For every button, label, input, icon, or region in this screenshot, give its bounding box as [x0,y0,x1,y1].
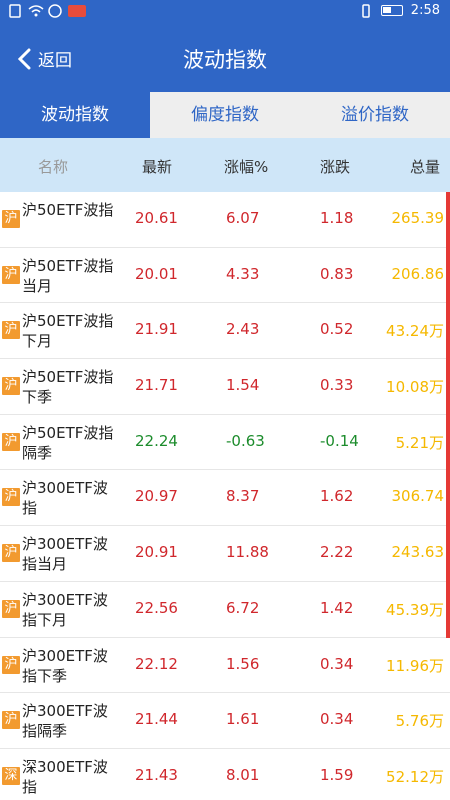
exchange-tag: 深 [2,766,20,785]
tab-bar: 波动指数 偏度指数 溢价指数 [0,92,450,138]
row-pct: 1.61 [226,710,260,729]
status-time: 2:58 [410,3,440,18]
row-name: 沪300ETF波指当月 [22,535,108,574]
row-pct: 8.37 [226,487,260,506]
row-volume: 265.39 [391,209,445,227]
row-volume: 43.24万 [386,322,444,341]
row-pct: 2.43 [226,320,260,339]
row-pct: 1.54 [226,376,260,395]
row-change: -0.14 [320,431,359,450]
row-name: 沪50ETF波指隔季 [22,423,114,462]
row-pct: 6.07 [226,209,260,227]
row-name: 沪300ETF波指隔季 [22,702,108,741]
row-pct: 11.88 [226,543,269,562]
table-row[interactable]: 沪沪300ETF波指下月 22.56 6.72 1.42 45.39万 [0,582,450,638]
row-pct: 8.01 [226,765,260,784]
row-volume: 5.21万 [395,433,444,452]
page-title: 波动指数 [183,48,267,72]
row-name: 沪50ETF波指当月 [22,256,114,295]
row-name: 深300ETF波指 [22,757,108,796]
table-row[interactable]: 沪沪300ETF波指 20.97 8.37 1.62 306.74 [0,470,450,527]
row-pct: -0.63 [226,431,265,450]
row-change: 2.22 [320,543,354,562]
row-latest: 20.01 [135,264,178,283]
table-row[interactable]: 沪沪300ETF波指当月 20.91 11.88 2.22 243.63 [0,526,450,582]
table-row[interactable]: 沪沪300ETF波指隔季 21.44 1.61 0.34 5.76万 [0,693,450,749]
sim-card-icon [8,4,22,18]
table-row[interactable]: 深深300ETF波指 21.43 8.01 1.59 52.12万 [0,749,450,800]
table-row[interactable]: 沪沪50ETF波指下季 21.71 1.54 0.33 10.08万 [0,359,450,415]
table-row[interactable]: 沪沪50ETF波指隔季 22.24 -0.63 -0.14 5.21万 [0,415,450,471]
column-header-pct[interactable]: 涨幅% [224,156,268,177]
row-change: 1.42 [320,598,354,617]
battery-icon [380,5,403,16]
row-volume: 11.96万 [386,656,444,675]
table-row[interactable]: 沪沪50ETF波指当月 20.01 4.33 0.83 206.86 [0,248,450,304]
column-header-name[interactable]: 名称 [38,156,68,177]
vibrate-icon [359,3,373,18]
row-latest: 22.56 [135,598,178,617]
row-change: 0.34 [320,654,354,673]
row-change: 0.34 [320,710,354,729]
row-volume: 52.12万 [386,767,444,786]
row-pct: 1.56 [226,654,260,673]
app-notification-icon [48,4,62,18]
row-change: 0.52 [320,320,354,339]
row-volume: 10.08万 [386,378,444,397]
exchange-tag: 沪 [2,488,20,507]
row-latest: 21.71 [135,376,178,395]
row-volume: 45.39万 [386,600,444,619]
column-header-change[interactable]: 涨跌 [320,156,350,177]
row-name: 沪50ETF波指 [22,201,114,219]
status-bar: 2:58 [0,0,450,24]
exchange-tag: 沪 [2,265,20,284]
row-change: 1.59 [320,765,354,784]
exchange-tag: 沪 [2,544,20,563]
exchange-tag: 沪 [2,711,20,730]
row-pct: 6.72 [226,598,260,617]
row-name: 沪300ETF波指下月 [22,590,108,629]
row-latest: 21.91 [135,320,178,339]
table-row[interactable]: 沪沪50ETF波指下月 21.91 2.43 0.52 43.24万 [0,303,450,360]
row-latest: 21.43 [135,765,178,784]
nav-bar: 返回 波动指数 [0,24,450,92]
row-pct: 4.33 [226,264,260,283]
row-latest: 22.12 [135,654,178,673]
row-volume: 306.74 [391,487,445,506]
exchange-tag: 沪 [2,655,20,674]
row-change: 0.33 [320,376,354,395]
table-header: 名称 最新 涨幅% 涨跌 总量 [0,138,450,192]
row-name: 沪300ETF波指下季 [22,646,108,685]
row-volume: 5.76万 [395,712,444,731]
wifi-icon [28,4,44,18]
row-name: 沪300ETF波指 [22,479,108,518]
exchange-tag: 沪 [2,321,20,340]
table-row[interactable]: 沪沪50ETF波指 20.61 6.07 1.18 265.39 [0,192,450,248]
exchange-tag: 沪 [2,432,20,451]
row-latest: 22.24 [135,431,178,450]
scroll-indicator [446,192,450,638]
row-name: 沪50ETF波指下月 [22,312,114,351]
row-latest: 20.91 [135,543,178,562]
row-change: 1.62 [320,487,354,506]
index-list[interactable]: 沪沪50ETF波指 20.61 6.07 1.18 265.39 沪沪50ETF波指当月 2… [0,192,450,800]
notification-badge-icon [68,5,86,17]
column-header-volume[interactable]: 总量 [410,156,440,177]
tab-premium-index[interactable]: 溢价指数 [300,92,450,138]
tab-skew-index[interactable]: 偏度指数 [150,92,300,138]
row-change: 1.18 [320,209,354,227]
column-header-latest[interactable]: 最新 [142,156,172,177]
tab-volatility-index[interactable]: 波动指数 [0,92,150,138]
exchange-tag: 沪 [2,377,20,396]
row-volume: 206.86 [391,264,445,283]
row-latest: 21.44 [135,710,178,729]
row-latest: 20.97 [135,487,178,506]
row-name: 沪50ETF波指下季 [22,368,114,407]
row-volume: 243.63 [391,543,445,562]
row-latest: 20.61 [135,209,178,227]
row-change: 0.83 [320,264,354,283]
exchange-tag: 沪 [2,210,20,228]
exchange-tag: 沪 [2,599,20,618]
table-row[interactable]: 沪沪300ETF波指下季 22.12 1.56 0.34 11.96万 [0,638,450,694]
